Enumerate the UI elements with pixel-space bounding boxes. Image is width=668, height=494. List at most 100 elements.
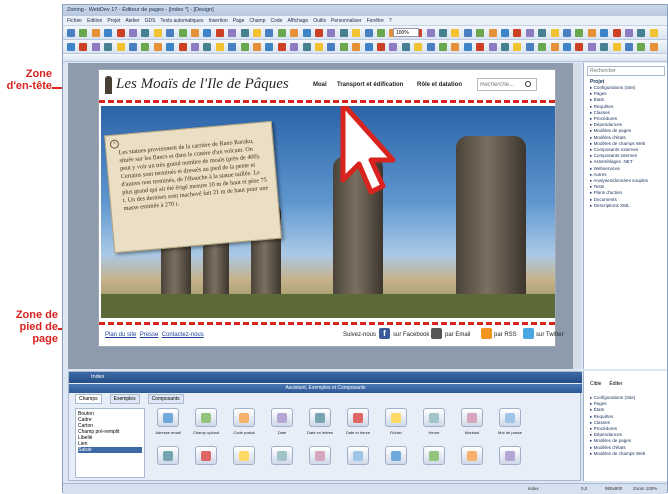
control-row2-button[interactable] <box>499 446 521 465</box>
toolbar-button-icon[interactable] <box>290 29 299 37</box>
toolbar-button-icon[interactable] <box>439 43 447 51</box>
toolbar-button-icon[interactable] <box>649 43 658 51</box>
category-item[interactable]: Saisie <box>78 447 142 453</box>
toolbar-button-icon[interactable] <box>439 29 447 37</box>
email-icon[interactable] <box>431 328 442 339</box>
toolbar-button-icon[interactable] <box>315 43 323 51</box>
tree-item[interactable]: ▸ Modèles de champs Web <box>590 451 645 457</box>
menu-item[interactable]: ? <box>389 18 392 24</box>
toolbar-button-icon[interactable] <box>463 29 472 37</box>
toolbar-button-icon[interactable] <box>215 29 224 37</box>
toolbar-button-icon[interactable] <box>79 29 88 37</box>
toolbar-button-icon[interactable] <box>91 29 100 37</box>
toolbar-button-icon[interactable] <box>501 29 509 37</box>
menu-item[interactable]: Affichage <box>287 18 308 24</box>
index-tab[interactable]: Index <box>69 372 582 383</box>
control-heure-button[interactable] <box>423 408 445 427</box>
assistant-tab-champs[interactable]: Champs <box>75 394 102 404</box>
menu-item[interactable]: Outils <box>313 18 326 24</box>
toolbar-button-icon[interactable] <box>377 29 385 37</box>
control-row2-button[interactable] <box>423 446 445 465</box>
toolbar-button-icon[interactable] <box>575 43 584 51</box>
facebook-link[interactable]: sur Facebook <box>393 332 429 338</box>
toolbar-button-icon[interactable] <box>215 43 224 51</box>
panel-tab[interactable]: Éditer <box>609 381 622 387</box>
toolbar-button-icon[interactable] <box>389 43 398 51</box>
toolbar-button-icon[interactable] <box>364 29 373 37</box>
toolbar-button-icon[interactable] <box>426 29 435 37</box>
control-row2-button[interactable] <box>347 446 369 465</box>
control-mot-de-passe-button[interactable] <box>499 408 521 427</box>
toolbar-button-icon[interactable] <box>364 43 373 51</box>
toolbar-button-icon[interactable] <box>203 43 212 51</box>
toolbar-button-icon[interactable] <box>141 29 150 37</box>
toolbar-button-icon[interactable] <box>191 43 199 51</box>
toolbar-button-icon[interactable] <box>253 43 261 51</box>
toolbar-button-icon[interactable] <box>587 43 596 51</box>
toolbar-button-icon[interactable] <box>302 29 311 37</box>
toolbar-button-icon[interactable] <box>463 43 472 51</box>
toolbar-button-icon[interactable] <box>116 29 125 37</box>
toolbar-button-icon[interactable] <box>587 29 596 37</box>
toolbar-button-icon[interactable] <box>327 29 336 37</box>
menu-item[interactable]: Insertion <box>209 18 228 24</box>
toolbar-button-icon[interactable] <box>575 29 584 37</box>
toolbar-button-icon[interactable] <box>339 43 348 51</box>
panel-tab[interactable]: Cible <box>590 381 601 387</box>
control-row2-button[interactable] <box>233 446 255 465</box>
control-row2-button[interactable] <box>309 446 331 465</box>
control-date-en-lettres-button[interactable] <box>309 408 331 427</box>
toolbar-button-icon[interactable] <box>563 29 571 37</box>
control-champ-upload-button[interactable] <box>195 408 217 427</box>
toolbar-button-icon[interactable] <box>153 43 162 51</box>
toolbar-button-icon[interactable] <box>352 29 361 37</box>
control-row2-button[interactable] <box>157 446 179 465</box>
toolbar-button-icon[interactable] <box>129 43 137 51</box>
control-montant-button[interactable] <box>461 408 483 427</box>
toolbar-button-icon[interactable] <box>600 29 609 37</box>
toolbar-button-icon[interactable] <box>265 29 274 37</box>
toolbar-button-icon[interactable] <box>488 29 497 37</box>
toolbar-button-icon[interactable] <box>476 29 485 37</box>
toolbar-button-icon[interactable] <box>178 43 187 51</box>
toolbar-button-icon[interactable] <box>488 43 497 51</box>
menu-item[interactable]: Page <box>233 18 245 24</box>
toolbar-button-icon[interactable] <box>339 29 348 37</box>
toolbar-button-icon[interactable] <box>253 29 261 37</box>
control-row2-button[interactable] <box>385 446 407 465</box>
toolbar-button-icon[interactable] <box>302 43 311 51</box>
tree-item[interactable]: ▸ Descriptions XML <box>590 203 648 209</box>
nav-transport[interactable]: Transport et édification <box>337 82 403 88</box>
toolbar-button-icon[interactable] <box>612 43 621 51</box>
toolbar-button-icon[interactable] <box>550 29 559 37</box>
toolbar-button-icon[interactable] <box>612 29 621 37</box>
rss-link[interactable]: par RSS <box>494 332 517 338</box>
menu-item[interactable]: Edition <box>87 18 102 24</box>
rss-icon[interactable] <box>481 328 492 339</box>
toolbar-button-icon[interactable] <box>327 43 336 51</box>
toolbar-button-icon[interactable] <box>228 29 237 37</box>
toolbar-button-icon[interactable] <box>600 43 609 51</box>
control-date-et-heure-button[interactable] <box>347 408 369 427</box>
control-adresse-email-button[interactable] <box>157 408 179 427</box>
toolbar-button-icon[interactable] <box>513 43 522 51</box>
toolbar-button-icon[interactable] <box>525 43 534 51</box>
nav-moai[interactable]: Moaï <box>313 82 327 88</box>
toolbar-button-icon[interactable] <box>649 29 658 37</box>
control-row2-button[interactable] <box>271 446 293 465</box>
toolbar-button-icon[interactable] <box>277 29 286 37</box>
toolbar-button-icon[interactable] <box>166 29 175 37</box>
zoom-select[interactable]: 100% <box>393 28 419 37</box>
toolbar-button-icon[interactable] <box>525 29 534 37</box>
nav-role[interactable]: Rôle et datation <box>417 82 462 88</box>
facebook-icon[interactable]: f <box>379 328 390 339</box>
menu-item[interactable]: Fichier <box>67 18 82 24</box>
menu-item[interactable]: Tests automatiques <box>160 18 203 24</box>
toolbar-button-icon[interactable] <box>563 43 571 51</box>
control-date-button[interactable] <box>271 408 293 427</box>
toolbar-button-icon[interactable] <box>426 43 435 51</box>
toolbar-button-icon[interactable] <box>637 29 646 37</box>
menu-item[interactable]: Champ <box>249 18 265 24</box>
control-code-postal-button[interactable] <box>233 408 255 427</box>
toolbar-button-icon[interactable] <box>401 43 410 51</box>
